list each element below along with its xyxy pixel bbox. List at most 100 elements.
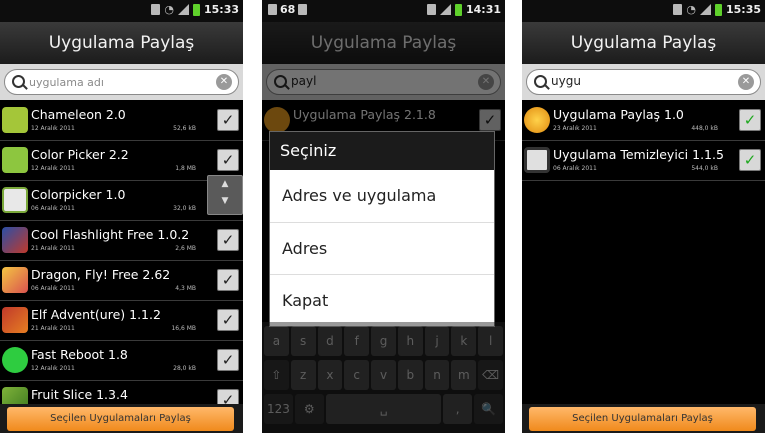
key-s[interactable]: s <box>290 326 316 356</box>
app-size: 4,3 MB <box>175 285 196 292</box>
key-d[interactable]: d <box>317 326 343 356</box>
list-item[interactable]: Elf Advent(ure) 1.1.2 21 Aralık 2011 16,… <box>0 301 243 341</box>
app-name: Colorpicker 1.0 <box>31 187 126 202</box>
select-checkbox[interactable]: ✓ <box>217 109 239 131</box>
wifi-icon: ◔ <box>686 3 696 16</box>
comma-key[interactable]: , <box>443 394 473 424</box>
search-icon <box>534 75 547 88</box>
search-input[interactable]: payl ✕ <box>266 69 501 95</box>
wifi-icon: ◔ <box>164 3 174 16</box>
shift-key[interactable]: ⇧ <box>264 360 289 390</box>
search-placeholder: uygulama adı <box>29 76 104 89</box>
select-checkbox[interactable]: ✓ <box>217 349 239 371</box>
app-name: Fast Reboot 1.8 <box>31 347 128 362</box>
app-size: 28,0 kB <box>173 365 196 372</box>
share-selected-button[interactable]: Seçilen Uygulamaları Paylaş <box>7 407 234 431</box>
list-item[interactable]: Uygulama Paylaş 1.0 23 Aralık 2011 448,0… <box>522 101 765 141</box>
option-close[interactable]: Kapat <box>270 274 494 326</box>
share-selected-button[interactable]: Seçilen Uygulamaları Paylaş <box>529 407 756 431</box>
key-m[interactable]: m <box>451 360 477 390</box>
key-l[interactable]: l <box>478 326 504 356</box>
key-x[interactable]: x <box>317 360 343 390</box>
list-item[interactable]: Uygulama Temizleyici 1.1.5 06 Aralık 201… <box>522 141 765 181</box>
key-b[interactable]: b <box>397 360 423 390</box>
search-icon <box>12 75 25 88</box>
select-checkbox[interactable]: ✓ <box>217 149 239 171</box>
select-checkbox[interactable]: ✓ <box>739 149 761 171</box>
select-checkbox[interactable]: ✓ <box>739 109 761 131</box>
select-checkbox[interactable]: ✓ <box>217 309 239 331</box>
search-value: payl <box>291 74 317 88</box>
app-name: Elf Advent(ure) 1.1.2 <box>31 307 161 322</box>
select-checkbox[interactable]: ✓ <box>217 229 239 251</box>
app-size: 32,0 kB <box>173 205 196 212</box>
select-checkbox[interactable]: ✓ <box>217 269 239 291</box>
cleaner-app-icon <box>524 147 550 173</box>
share-app-icon <box>264 107 290 133</box>
key-c[interactable]: c <box>344 360 370 390</box>
battery-icon <box>714 3 722 16</box>
key-a[interactable]: a <box>264 326 289 356</box>
list-item[interactable]: Dragon, Fly! Free 2.62 06 Aralık 2011 4,… <box>0 261 243 301</box>
clear-icon[interactable]: ✕ <box>216 74 232 90</box>
space-key[interactable]: ␣ <box>325 394 442 424</box>
status-bar: 68 14:31 <box>262 0 505 22</box>
search-bar: uygulama adı ✕ <box>0 64 243 100</box>
option-address[interactable]: Adres <box>270 222 494 274</box>
notification-icon <box>151 4 161 15</box>
app-date: 12 Aralık 2011 <box>31 125 75 132</box>
phone-screen-1: ◔ 15:33 Uygulama Paylaş uygulama adı ✕ C… <box>0 0 243 433</box>
app-name: Uygulama Temizleyici 1.1.5 <box>553 147 724 162</box>
usb-icon <box>426 4 436 15</box>
phone-screen-3: ◔ 15:35 Uygulama Paylaş uygu ✕ Uygulama … <box>522 0 765 433</box>
key-f[interactable]: f <box>344 326 370 356</box>
key-n[interactable]: n <box>424 360 450 390</box>
app-name: Chameleon 2.0 <box>31 107 126 122</box>
app-size: 448,0 kB <box>691 125 718 132</box>
clear-icon[interactable]: ✕ <box>478 74 494 90</box>
list-item[interactable]: Chameleon 2.0 12 Aralık 2011 52,6 kB ✓ <box>0 101 243 141</box>
key-g[interactable]: g <box>371 326 396 356</box>
key-j[interactable]: j <box>424 326 450 356</box>
app-name: Uygulama Paylaş 1.0 <box>553 107 684 122</box>
reboot-icon <box>2 347 28 373</box>
list-item[interactable]: Fast Reboot 1.8 12 Aralık 2011 28,0 kB ✓ <box>0 341 243 381</box>
android-icon <box>2 147 28 173</box>
key-k[interactable]: k <box>451 326 477 356</box>
app-date: 12 Aralık 2011 <box>31 365 75 372</box>
fast-scroll-handle[interactable]: ▲ ▼ <box>207 175 243 215</box>
app-date: 06 Aralık 2011 <box>31 285 75 292</box>
app-name: Color Picker 2.2 <box>31 147 129 162</box>
choose-dialog: Seçiniz Adres ve uygulama Adres Kapat <box>269 131 495 327</box>
clear-icon[interactable]: ✕ <box>738 74 754 90</box>
app-title: Uygulama Paylaş <box>262 22 505 65</box>
app-size: 16,6 MB <box>171 325 196 332</box>
image-icon <box>298 4 308 15</box>
app-name: Uygulama Paylaş 2.1.8 <box>293 107 436 122</box>
option-address-and-app[interactable]: Adres ve uygulama <box>270 170 494 222</box>
search-icon <box>274 75 287 88</box>
search-input[interactable]: uygulama adı ✕ <box>4 69 239 95</box>
key-v[interactable]: v <box>371 360 396 390</box>
key-z[interactable]: z <box>290 360 316 390</box>
search-input[interactable]: uygu ✕ <box>526 69 761 95</box>
app-name: Cool Flashlight Free 1.0.2 <box>31 227 190 242</box>
battery-level: 68 <box>280 3 296 16</box>
numbers-key[interactable]: 123 <box>264 394 293 424</box>
bottom-bar: Seçilen Uygulamaları Paylaş <box>0 404 243 433</box>
app-date: 21 Aralık 2011 <box>31 245 75 252</box>
backspace-key[interactable]: ⌫ <box>478 360 504 390</box>
status-time: 15:35 <box>725 3 761 16</box>
flashlight-icon <box>2 227 28 253</box>
settings-key[interactable]: ⚙ <box>294 394 324 424</box>
app-size: 2,6 MB <box>175 245 196 252</box>
select-checkbox[interactable]: ✓ <box>479 109 501 131</box>
signal-icon <box>699 4 711 15</box>
key-h[interactable]: h <box>397 326 423 356</box>
app-size: 544,0 kB <box>691 165 718 172</box>
list-item[interactable]: Cool Flashlight Free 1.0.2 21 Aralık 201… <box>0 221 243 261</box>
search-bar: uygu ✕ <box>522 64 765 100</box>
dragon-icon <box>2 267 28 293</box>
elf-icon <box>2 307 28 333</box>
search-key[interactable]: 🔍 <box>474 394 503 424</box>
